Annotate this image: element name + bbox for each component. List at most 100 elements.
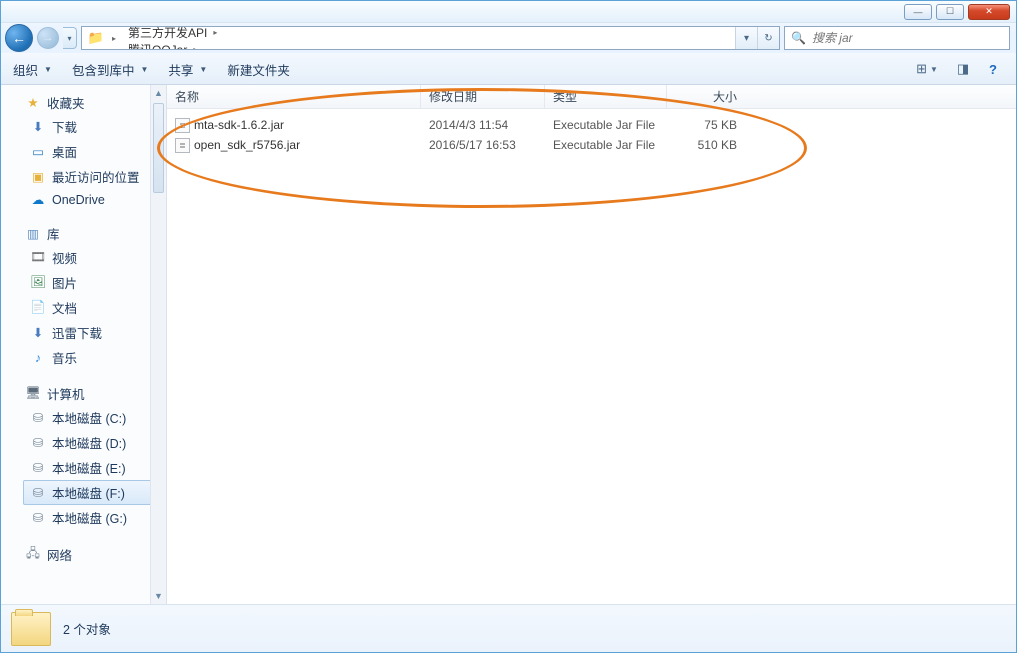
file-rows: ≣mta-sdk-1.6.2.jar 2014/4/3 11:54 Execut…	[167, 109, 1016, 155]
scroll-thumb[interactable]	[153, 103, 164, 193]
sidebar-item-label: 本地磁盘 (E:)	[52, 458, 126, 477]
scroll-down-icon: ▼	[151, 588, 166, 604]
file-type: Executable Jar File	[545, 138, 667, 152]
sidebar-item-label: 本地磁盘 (C:)	[52, 408, 126, 427]
addressbar[interactable]: 📁 ▸ 计算机▸本地磁盘 (F:)▸第三方开发API▸腾讯QQJar▸Andro…	[81, 26, 780, 50]
explorer-window: — ☐ ✕ ← → ▾ 📁 ▸ 计算机▸本地磁盘 (F:)▸第三方开发API▸腾…	[0, 0, 1017, 653]
jar-file-icon: ≣	[175, 118, 190, 133]
search-icon: 🔍	[791, 31, 806, 45]
sidebar-item-onedrive[interactable]: ☁OneDrive	[23, 189, 166, 210]
view-options-button[interactable]: ⊞ ▼	[910, 58, 944, 80]
sidebar-item-recent[interactable]: ▣ 最近访问的位置	[23, 164, 166, 189]
breadcrumb-segment[interactable]: 腾讯QQJar▸	[122, 41, 258, 50]
help-button[interactable]: ?	[982, 58, 1004, 80]
sidebar-item-drive-e[interactable]: ⛁本地磁盘 (E:)	[23, 455, 166, 480]
scroll-up-icon: ▲	[151, 85, 166, 101]
sidebar-item-label: 本地磁盘 (G:)	[52, 508, 127, 527]
recent-icon: ▣	[30, 169, 46, 184]
search-box[interactable]: 🔍	[784, 26, 1010, 50]
file-row[interactable]: ≣mta-sdk-1.6.2.jar 2014/4/3 11:54 Execut…	[167, 115, 1016, 135]
sidebar-item-music[interactable]: ♪ 音乐	[23, 345, 166, 370]
computer-icon: 🖥	[25, 386, 41, 401]
back-button[interactable]: ←	[5, 24, 33, 52]
sidebar-item-label: 音乐	[52, 348, 77, 367]
maximize-button[interactable]: ☐	[936, 4, 964, 20]
sidebar-item-label: 最近访问的位置	[52, 167, 140, 186]
documents-icon: 📄	[30, 300, 46, 315]
include-in-library-button[interactable]: 包含到库中 ▼	[72, 60, 148, 79]
file-row[interactable]: ≣open_sdk_r5756.jar 2016/5/17 16:53 Exec…	[167, 135, 1016, 155]
sidebar-item-label: 文档	[52, 298, 77, 317]
sidebar-libraries-header[interactable]: ▥ 库	[1, 222, 166, 245]
sidebar-item-label: 视频	[52, 248, 77, 267]
recent-locations-button[interactable]: ▾	[63, 27, 77, 49]
help-icon: ?	[989, 62, 997, 77]
drive-icon: ⛁	[30, 410, 46, 425]
address-dropdown-button[interactable]: ▾	[735, 27, 757, 49]
sidebar-item-drive-c[interactable]: ⛁ 本地磁盘 (C:)	[23, 405, 166, 430]
sidebar-item-drive-f[interactable]: ⛁本地磁盘 (F:)	[23, 480, 166, 505]
sidebar-item-drive-d[interactable]: ⛁本地磁盘 (D:)	[23, 430, 166, 455]
desktop-icon: ▭	[30, 144, 46, 159]
folder-large-icon	[11, 612, 51, 646]
drive-icon: ⛁	[30, 485, 46, 500]
libraries-icon: ▥	[25, 226, 41, 241]
preview-pane-button[interactable]: ◨	[952, 58, 974, 80]
sidebar-item-videos[interactable]: 🎞视频	[23, 245, 166, 270]
onedrive-icon: ☁	[30, 192, 46, 207]
share-button[interactable]: 共享 ▼	[168, 60, 207, 79]
favorites-icon: ★	[25, 95, 41, 110]
sidebar-item-desktop[interactable]: ▭ 桌面	[23, 139, 166, 164]
forward-arrow-icon: →	[43, 32, 54, 44]
navigation-pane: ★ 收藏夹 ⬇下载 ▭ 桌面 ▣ 最近访问的位置 ☁OneDrive ▥ 库 🎞视频🖼图片…	[1, 85, 167, 604]
chevron-down-icon: ▼	[199, 65, 207, 74]
titlebar: — ☐ ✕	[1, 1, 1016, 23]
search-input[interactable]	[810, 30, 1003, 46]
crumb-chevron-icon: ▸	[112, 34, 116, 43]
drive-icon: ⛁	[30, 435, 46, 450]
sidebar-item-drive-g[interactable]: ⛁ 本地磁盘 (G:)	[23, 505, 166, 530]
chevron-down-icon: ▼	[140, 65, 148, 74]
downloads-icon: ⬇	[30, 119, 46, 134]
folder-icon: 📁	[86, 30, 106, 46]
status-count: 2 个对象	[63, 619, 111, 638]
music-icon: ♪	[30, 351, 46, 365]
column-header-type[interactable]: 类型	[545, 85, 667, 108]
chevron-down-icon: ▾	[744, 33, 749, 44]
crumb-chevron-icon: ▸	[193, 45, 197, 50]
file-date: 2016/5/17 16:53	[421, 138, 545, 152]
sidebar-item-downloads[interactable]: ⬇下载	[23, 114, 166, 139]
breadcrumb: 计算机▸本地磁盘 (F:)▸第三方开发API▸腾讯QQJar▸Android_S…	[122, 26, 258, 50]
forward-button[interactable]: →	[37, 27, 59, 49]
breadcrumb-segment[interactable]: 第三方开发API▸	[122, 26, 258, 41]
chevron-down-icon: ▾	[67, 34, 71, 43]
refresh-button[interactable]: ↻	[757, 27, 779, 49]
chevron-down-icon: ▼	[930, 65, 938, 74]
column-header-name[interactable]: 名称	[167, 85, 421, 108]
sidebar-computer-header[interactable]: 🖥 计算机	[1, 382, 166, 405]
sidebar-scrollbar[interactable]: ▲▼	[150, 85, 166, 604]
sidebar-computer-group: 🖥 计算机 ⛁本地磁盘 (C:)⛁本地磁盘 (D:)⛁本地磁盘 (E:)⛁本地磁…	[1, 382, 166, 530]
sidebar-favorites-header[interactable]: ★ 收藏夹	[1, 91, 166, 114]
sidebar-item-thunder[interactable]: ⬇ 迅雷下载	[23, 320, 166, 345]
new-folder-button[interactable]: 新建文件夹	[227, 60, 290, 79]
nav-row: ← → ▾ 📁 ▸ 计算机▸本地磁盘 (F:)▸第三方开发API▸腾讯QQJar…	[1, 23, 1016, 53]
network-icon: 🖧	[25, 544, 41, 565]
column-header-size[interactable]: 大小	[667, 85, 745, 108]
minimize-button[interactable]: —	[904, 4, 932, 20]
back-arrow-icon: ←	[12, 30, 26, 46]
thunder-icon: ⬇	[30, 325, 46, 340]
file-date: 2014/4/3 11:54	[421, 118, 545, 132]
file-size: 510 KB	[667, 138, 745, 152]
sidebar-network-header[interactable]: 🖧 网络	[1, 542, 166, 567]
close-button[interactable]: ✕	[968, 4, 1010, 20]
sidebar-network-group: 🖧 网络	[1, 542, 166, 567]
sidebar-item-documents[interactable]: 📄 文档	[23, 295, 166, 320]
sidebar-libraries-group: ▥ 库 🎞视频🖼图片 📄 文档 ⬇ 迅雷下载 ♪ 音乐	[1, 222, 166, 370]
drive-icon: ⛁	[30, 510, 46, 525]
sidebar-item-pictures[interactable]: 🖼图片	[23, 270, 166, 295]
sidebar-item-label: 迅雷下载	[52, 323, 102, 342]
organize-button[interactable]: 组织 ▼	[13, 60, 52, 79]
column-header-date[interactable]: 修改日期	[421, 85, 545, 108]
sidebar-item-label: 桌面	[52, 142, 77, 161]
